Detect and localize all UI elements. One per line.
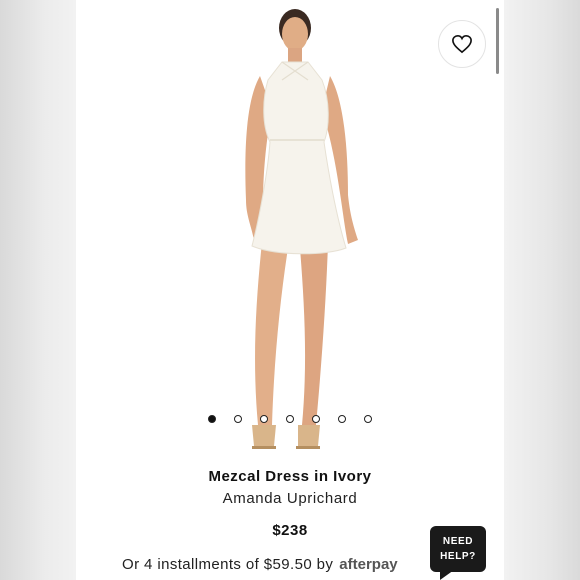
- product-image[interactable]: [76, 0, 504, 458]
- need-help-button[interactable]: NEED HELP?: [430, 526, 486, 572]
- carousel-dot[interactable]: [260, 415, 268, 423]
- carousel-dot[interactable]: [234, 415, 242, 423]
- help-line-1: NEED: [442, 536, 474, 547]
- help-line-2: HELP?: [440, 551, 476, 562]
- phone-screen: Mezcal Dress in Ivory Amanda Uprichard $…: [76, 0, 504, 580]
- carousel-dot[interactable]: [312, 415, 320, 423]
- scrollbar[interactable]: [496, 8, 499, 74]
- product-brand[interactable]: Amanda Uprichard: [76, 490, 504, 507]
- installments-text: Or 4 installments of $59.50 by: [122, 556, 334, 573]
- background-right: [504, 0, 580, 580]
- installments-info: Or 4 installments of $59.50 by afterpay: [122, 556, 398, 573]
- afterpay-logo[interactable]: afterpay: [339, 556, 397, 573]
- carousel-dot[interactable]: [364, 415, 372, 423]
- carousel-indicators: [76, 412, 504, 426]
- carousel-dot[interactable]: [208, 415, 216, 423]
- carousel-dot[interactable]: [338, 415, 346, 423]
- carousel-dot[interactable]: [286, 415, 294, 423]
- heart-icon: [452, 34, 472, 54]
- product-title: Mezcal Dress in Ivory: [208, 468, 372, 485]
- background-left: [0, 0, 76, 580]
- favorite-button[interactable]: [438, 20, 486, 68]
- help-bubble-tail: [440, 570, 454, 580]
